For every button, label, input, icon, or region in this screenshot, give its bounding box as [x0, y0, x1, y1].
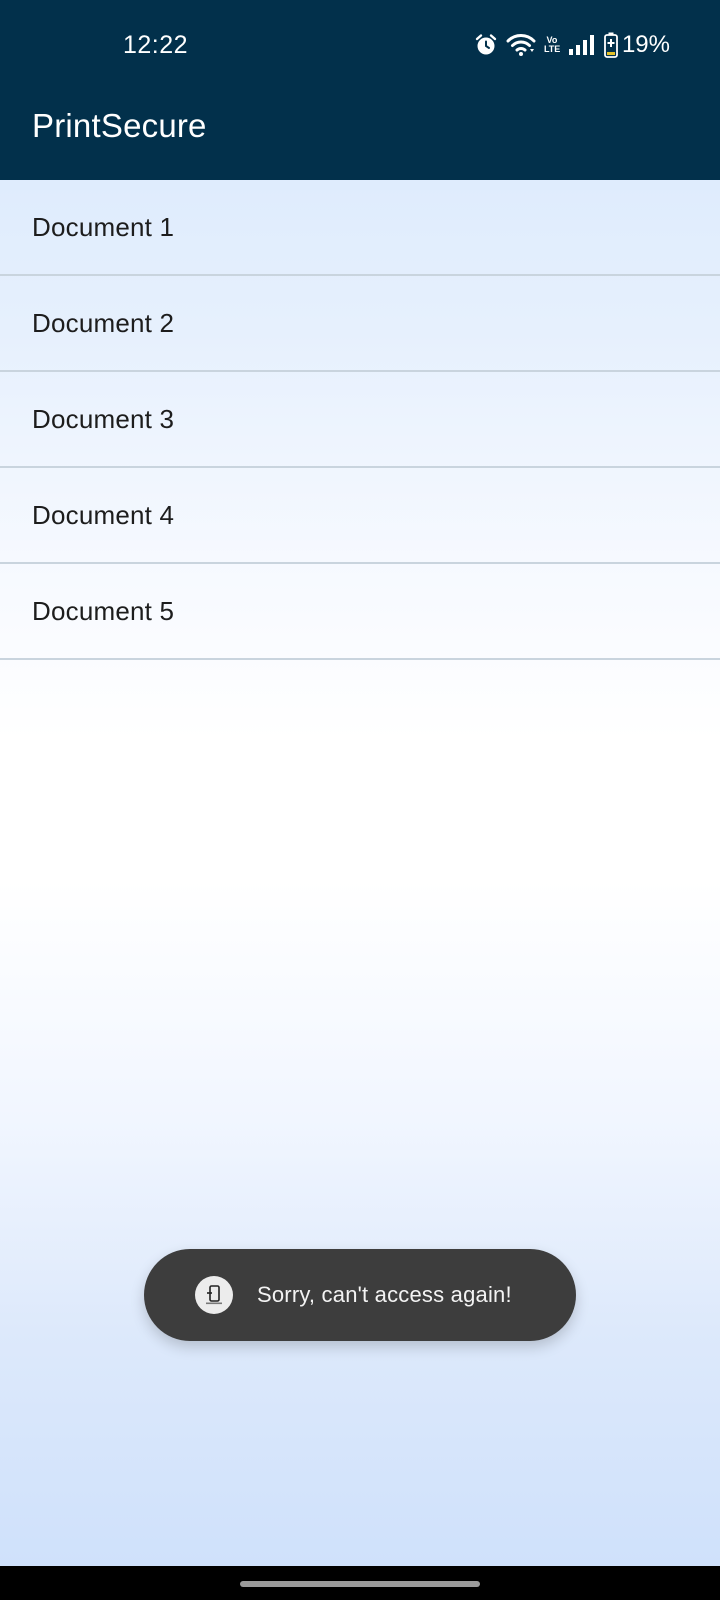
home-handle[interactable] [240, 1581, 480, 1587]
app-icon [195, 1276, 233, 1314]
document-item[interactable]: Document 5 [0, 564, 720, 660]
document-label: Document 2 [32, 307, 175, 338]
toast-message: Sorry, can't access again! [144, 1249, 576, 1341]
status-icons: Vo LTE 19% [474, 30, 670, 60]
document-list: Document 1 Document 2 Document 3 Documen… [0, 180, 720, 660]
wifi-icon [506, 33, 536, 57]
navigation-bar [0, 1566, 720, 1600]
toast-text: Sorry, can't access again! [257, 1282, 512, 1307]
document-label: Document 3 [32, 403, 175, 434]
battery-percentage: 19% [621, 31, 670, 58]
document-item[interactable]: Document 3 [0, 372, 720, 468]
signal-icon [568, 34, 596, 56]
battery-charging-icon [604, 32, 618, 58]
document-label: Document 1 [32, 211, 175, 242]
document-item[interactable]: Document 4 [0, 468, 720, 564]
volte-icon: Vo LTE [543, 35, 561, 54]
document-item[interactable]: Document 2 [0, 276, 720, 372]
app-header: 12:22 Vo LTE 19% PrintSecure [0, 0, 720, 180]
app-title: PrintSecure [32, 107, 207, 144]
document-label: Document 4 [32, 499, 175, 530]
document-item[interactable]: Document 1 [0, 180, 720, 276]
document-label: Document 5 [32, 595, 175, 626]
status-time: 12:22 [123, 31, 189, 59]
alarm-icon [474, 33, 498, 57]
